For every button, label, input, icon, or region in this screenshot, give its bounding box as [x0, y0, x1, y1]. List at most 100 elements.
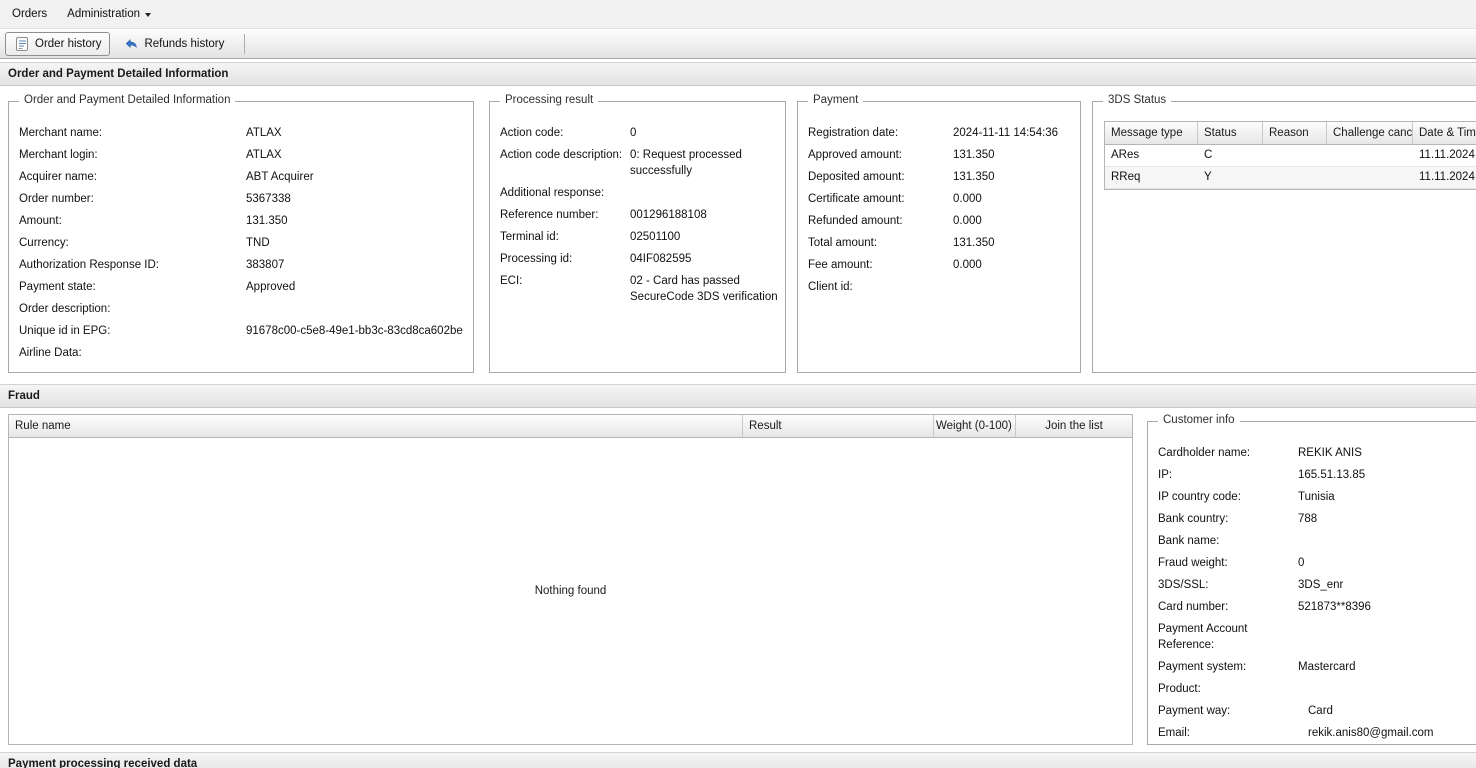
order-history-icon	[16, 37, 28, 51]
chevron-down-icon	[145, 12, 152, 17]
field-value: 165.51.13.85	[1298, 469, 1366, 481]
field-row: Card number: 521873**8396	[1158, 596, 1476, 618]
table-cell: ARes	[1111, 149, 1140, 161]
field-row: 3DS/SSL: 3DS_enr	[1158, 574, 1476, 596]
column-header: Date & Time	[1419, 127, 1476, 139]
field-label: Order description:	[19, 303, 111, 315]
field-label: Payment state:	[19, 281, 96, 293]
field-value: ABT Acquirer	[246, 171, 314, 183]
order-info-fields: Merchant name: ATLAX Merchant login: ATLAX A…	[19, 122, 467, 364]
field-value	[246, 301, 467, 317]
field-label: Payment Account Reference:	[1158, 623, 1248, 651]
field-label: Payment system:	[1158, 661, 1247, 673]
table-row: ARes C 11.11.2024 1	[1105, 145, 1476, 167]
field-row: Processing id: 04IF082595	[500, 248, 779, 270]
field-value	[953, 279, 1074, 295]
field-value: TND	[246, 237, 270, 249]
column-header: Weight (0-100)	[934, 415, 1016, 437]
field-row: Bank name:	[1158, 530, 1476, 552]
order-history-button[interactable]: Order history	[5, 32, 111, 56]
field-row: Fraud weight: 0	[1158, 552, 1476, 574]
threeds-status-panel: 3DS Status Message type Status Reason Chall…	[1092, 94, 1476, 373]
page-title-label: Order and Payment Detailed Information	[8, 68, 229, 80]
field-row: Client id:	[808, 276, 1074, 298]
table-cell: 11.11.2024 1	[1419, 149, 1476, 161]
menu-bar: Orders Administration	[0, 0, 1476, 29]
field-row: Acquirer name: ABT Acquirer	[19, 166, 467, 188]
field-label: Reference number:	[500, 209, 599, 221]
field-value: 0.000	[953, 193, 982, 205]
threeds-table-header: Message type Status Reason Challenge cancel…	[1105, 122, 1476, 145]
field-value	[630, 185, 779, 201]
field-label: Deposited amount:	[808, 171, 905, 183]
field-value: 04IF082595	[630, 253, 692, 265]
field-value: 02 - Card has passed SecureCode 3DS veri…	[630, 275, 778, 303]
field-label: Authorization Response ID:	[19, 259, 159, 271]
menu-orders-label: Orders	[12, 8, 48, 20]
field-label: Fraud weight:	[1158, 557, 1228, 569]
table-row: RReq Y 11.11.2024 1	[1105, 167, 1476, 189]
page-title: Order and Payment Detailed Information	[0, 62, 1476, 86]
menu-administration[interactable]: Administration	[57, 0, 161, 28]
field-value: 131.350	[953, 149, 995, 161]
field-row: Payment Account Reference:	[1158, 618, 1476, 656]
fraud-section-title: Fraud	[0, 384, 1476, 408]
field-label: Amount:	[19, 215, 62, 227]
column-header: Reason	[1263, 122, 1327, 144]
field-row: Payment system: Mastercard	[1158, 656, 1476, 678]
field-value: REKIK ANIS	[1298, 447, 1362, 459]
field-value	[1298, 621, 1476, 653]
field-label: Approved amount:	[808, 149, 902, 161]
field-value	[246, 345, 467, 361]
customer-info-panel: Customer info Cardholder name: REKIK ANIS…	[1147, 414, 1476, 745]
field-row: IP: 165.51.13.85	[1158, 464, 1476, 486]
field-label: Payment way:	[1158, 705, 1231, 717]
processing-result-legend: Processing result	[500, 94, 599, 106]
fraud-table-header: Rule name Result Weight (0-100) Join the li…	[9, 415, 1132, 438]
payment-panel: Payment Registration date: 2024-11-11 14:…	[797, 94, 1081, 373]
field-label: Total amount:	[808, 237, 878, 249]
field-row: Authorization Response ID: 383807	[19, 254, 467, 276]
field-label: Client id:	[808, 281, 853, 293]
field-row: Deposited amount: 131.350	[808, 166, 1074, 188]
field-value: 91678c00-c5e8-49e1-bb3c-83cd8ca602be	[246, 325, 463, 337]
field-row: Certificate amount: 0.000	[808, 188, 1074, 210]
table-cell	[1327, 167, 1413, 188]
field-label: Bank name:	[1158, 535, 1220, 547]
field-label: IP:	[1158, 469, 1173, 481]
customer-info-legend: Customer info	[1158, 414, 1240, 426]
field-value: 131.350	[246, 215, 288, 227]
field-label: Certificate amount:	[808, 193, 905, 205]
menu-orders[interactable]: Orders	[12, 0, 57, 28]
field-label: Registration date:	[808, 127, 899, 139]
field-value: ATLAX	[246, 127, 282, 139]
payment-legend: Payment	[808, 94, 864, 106]
field-row: Amount: 131.350	[19, 210, 467, 232]
refunds-history-button[interactable]: Refunds history	[114, 32, 233, 56]
table-cell: C	[1204, 149, 1213, 161]
field-row: Refunded amount: 0.000	[808, 210, 1074, 232]
field-label: Email:	[1158, 727, 1190, 739]
field-row: Email: rekik.anis80@gmail.com	[1158, 722, 1476, 744]
field-value: 001296188108	[630, 209, 707, 221]
processing-result-panel: Processing result Action code: 0 Action co…	[489, 94, 786, 373]
field-value: 02501100	[630, 231, 681, 243]
column-header: Status	[1198, 122, 1263, 144]
field-value: 0	[1298, 557, 1305, 569]
field-value: Mastercard	[1298, 661, 1356, 673]
field-row: Order description:	[19, 298, 467, 320]
column-header: Result	[743, 415, 934, 437]
field-label: Processing id:	[500, 253, 573, 265]
field-row: Approved amount: 131.350	[808, 144, 1074, 166]
field-value: 0.000	[953, 259, 982, 271]
field-label: Action code description:	[500, 149, 623, 161]
payment-fields: Registration date: 2024-11-11 14:54:36 App…	[808, 122, 1074, 298]
threeds-table-body: ARes C 11.11.2024 1 RReq Y 11.11.2024 1	[1105, 145, 1476, 189]
table-cell: 11.11.2024 1	[1419, 171, 1476, 183]
threeds-status-table: Message type Status Reason Challenge cancel…	[1104, 121, 1476, 190]
threeds-status-legend: 3DS Status	[1103, 94, 1172, 106]
refunds-history-icon	[126, 39, 138, 49]
table-cell	[1263, 167, 1327, 188]
field-row: Merchant login: ATLAX	[19, 144, 467, 166]
refunds-history-label: Refunds history	[144, 38, 225, 50]
